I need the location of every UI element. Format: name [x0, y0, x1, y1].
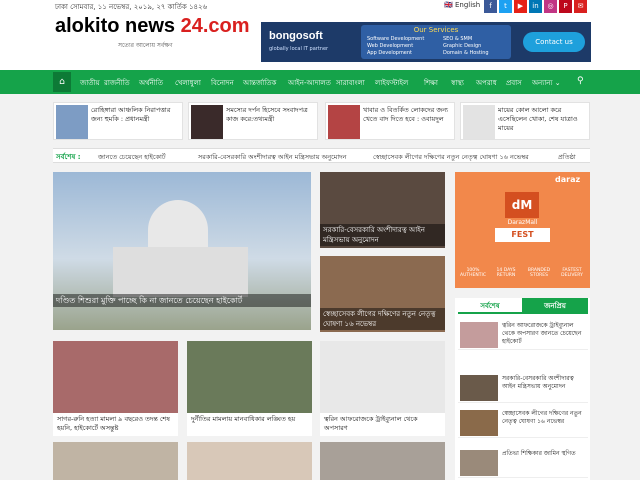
bongosoft-ad-banner[interactable]: bongosoft globally local IT partner Our …: [261, 22, 591, 62]
top-news-card[interactable]: রোহিঙ্গারা আঞ্চলিক নিরাপত্তার জন্য হুমকি…: [53, 102, 183, 140]
daraz-badge: FASTEST DELIVERY: [561, 268, 583, 278]
ticker-label: সর্বশেষ :: [56, 153, 81, 161]
news-image: [320, 341, 445, 413]
news-title: মায়ের কোল আলো করে এসেছিলেন খোকা, শেষ যা…: [498, 106, 578, 132]
ticker-item[interactable]: স্বেচ্ছাসেবক লীগের দক্ষিণের নতুন নেতৃত্ব…: [373, 152, 529, 163]
news-title: দুর্নীতির মামলায় মানবাধিকার লঙ্ঘিত হয়: [191, 415, 296, 423]
news-caption[interactable]: স্বেচ্ছাসেবক লীগের দক্ষিণের নতুন নেতৃত্ব…: [320, 308, 445, 330]
logo-tagline: সত্যের আলোয় সর্বক্ষণ: [118, 42, 173, 49]
nav-item[interactable]: জাতীয়: [80, 77, 100, 89]
ad-services-box: Our Services Software Development Web De…: [361, 25, 511, 59]
nav-item[interactable]: শিক্ষা: [424, 77, 438, 89]
instagram-icon[interactable]: ◎: [544, 0, 557, 13]
contact-us-button[interactable]: Contact us: [523, 32, 585, 52]
nav-item[interactable]: অপরাধ: [476, 77, 497, 89]
email-icon[interactable]: ✉: [574, 0, 587, 13]
nav-item[interactable]: সারাবাংলা: [336, 77, 365, 89]
daraz-badge: 100% AUTHENTIC: [460, 268, 486, 278]
daraz-brand: daraz: [555, 175, 581, 184]
daraz-ad[interactable]: daraz dM DarazMall FEST 100% AUTHENTIC 1…: [455, 172, 590, 288]
news-card[interactable]: দুর্নীতির মামলায় মানবাধিকার লঙ্ঘিত হয়: [187, 341, 312, 436]
sidebar-item[interactable]: স্বেচ্ছাসেবক লীগের দক্ষিণের নতুন নেতৃত্ব…: [458, 408, 588, 438]
ticker-item[interactable]: প্রতিষ্ঠা: [558, 152, 576, 163]
pinterest-icon[interactable]: P: [559, 0, 572, 13]
news-thumbnail: [191, 105, 223, 139]
nav-item[interactable]: আইন-আদালত: [288, 77, 331, 89]
ad-service: Graphic Design: [443, 43, 482, 49]
nav-item[interactable]: অন্যান্য ⌄: [532, 77, 561, 89]
news-title: রোহিঙ্গারা আঞ্চলিক নিরাপত্তার জন্য হুমকি…: [91, 106, 171, 123]
facebook-icon[interactable]: f: [484, 0, 497, 13]
daraz-badge: BRANDED STORES: [527, 268, 551, 278]
youtube-icon[interactable]: ▶: [514, 0, 527, 13]
ad-service: Software Development: [367, 36, 425, 42]
daraz-mall: DarazMall: [507, 219, 538, 226]
news-title: সরকারি-বেসরকারি অংশীদারত্ব আইন মন্ত্রিসভ…: [502, 375, 574, 390]
news-caption[interactable]: সরকারি-বেসরকারি অংশীদারত্ব আইন মন্ত্রিসভ…: [320, 224, 445, 246]
daraz-logo: dM: [505, 192, 539, 218]
nav-item[interactable]: স্বাস্থ্য: [451, 77, 464, 89]
ad-brand: bongosoft: [269, 30, 323, 42]
nav-item[interactable]: খেলাধুলা: [175, 77, 201, 89]
ad-service: Domain & Hosting: [443, 50, 489, 56]
news-card[interactable]: ত্বরিন আফরোজকে ট্রাইব্যুনাল থেকে অপসারণ: [320, 341, 445, 436]
site-logo[interactable]: alokito news 24.com: [55, 15, 250, 38]
news-thumbnail: [460, 450, 498, 476]
top-news-card[interactable]: খাবার ও বিতর্কিত লোকদের জন্য খেতে বাদ দি…: [325, 102, 455, 140]
news-thumbnail: [460, 322, 498, 348]
news-image: [53, 341, 178, 413]
nav-item[interactable]: আন্তর্জাতিক: [243, 77, 276, 89]
daraz-fest: FEST: [495, 228, 550, 242]
ad-service: App Development: [367, 50, 413, 56]
sidebar-item[interactable]: সরকারি-বেসরকারি অংশীদারত্ব আইন মন্ত্রিসভ…: [458, 373, 588, 403]
news-title: ত্বরিন আফরোজকে ট্রাইব্যুনাল থেকে অপসারণ: [324, 415, 418, 432]
news-thumbnail: [460, 375, 498, 401]
news-title: খাবার ও বিতর্কিত লোকদের জন্য খেতে বাদ দি…: [363, 106, 449, 123]
ad-tagline: globally local IT partner: [269, 46, 329, 52]
news-image[interactable]: [53, 442, 178, 480]
language-switch[interactable]: 🇬🇧 English: [444, 1, 480, 9]
nav-item[interactable]: প্রবাস: [506, 77, 522, 89]
news-thumbnail: [328, 105, 360, 139]
linkedin-icon[interactable]: in: [529, 0, 542, 13]
tab-popular[interactable]: জনপ্রিয়: [522, 298, 588, 314]
news-image[interactable]: [320, 442, 445, 480]
ad-services-title: Our Services: [413, 26, 459, 34]
news-title: সাগর-রুনি হত্যা মামলা ৯ বছরেও তদন্ত শেষ …: [57, 415, 170, 432]
news-title: স্বেচ্ছাসেবক লীগের দক্ষিণের নতুন নেতৃত্ব…: [502, 410, 582, 425]
news-ticker: সর্বশেষ : জানতে চেয়েছেন হাইকোর্ট সরকারি…: [53, 148, 590, 163]
news-thumbnail: [56, 105, 88, 139]
ticker-item[interactable]: জানতে চেয়েছেন হাইকোর্ট: [98, 152, 166, 163]
search-icon[interactable]: ⚲: [577, 76, 584, 86]
hero-caption[interactable]: দণ্ডিত শিশুরা মুক্তি পাচ্ছে কি না জানতে …: [53, 294, 311, 307]
news-card[interactable]: সাগর-রুনি হত্যা মামলা ৯ বছরেও তদন্ত শেষ …: [53, 341, 178, 436]
news-title: প্রতিভা শিক্ষিকার জামিন স্থগিত: [502, 450, 576, 457]
daraz-badge: 14 DAYS RETURN: [496, 268, 516, 278]
nav-item[interactable]: লাইফস্টাইল: [375, 77, 408, 89]
news-title: সমস্যের দর্পন হিসেবে সংবাদপত্র কাজ করে:ত…: [226, 106, 308, 123]
sidebar-item[interactable]: প্রতিভা শিক্ষিকার জামিন স্থগিত: [458, 448, 588, 478]
top-news-card[interactable]: সমস্যের দর্পন হিসেবে সংবাদপত্র কাজ করে:ত…: [188, 102, 318, 140]
news-image: [187, 341, 312, 413]
twitter-icon[interactable]: t: [499, 0, 512, 13]
news-thumbnail: [463, 105, 495, 139]
nav-item[interactable]: বিনোদন: [211, 77, 234, 89]
ad-service: SEO & SMM: [443, 36, 473, 42]
news-thumbnail: [460, 410, 498, 436]
nav-item[interactable]: রাজনীতি: [104, 77, 130, 89]
ad-service: Web Development: [367, 43, 414, 49]
news-title: ত্বরিন আফরোজকে ট্রাইব্যুনাল থেকে অপসারণ …: [502, 322, 582, 345]
news-image[interactable]: [187, 442, 312, 480]
top-news-card[interactable]: মায়ের কোল আলো করে এসেছিলেন খোকা, শেষ যা…: [460, 102, 590, 140]
tab-latest[interactable]: সর্বশেষ: [458, 298, 522, 314]
home-icon[interactable]: ⌂: [53, 72, 71, 92]
sidebar-item[interactable]: ত্বরিন আফরোজকে ট্রাইব্যুনাল থেকে অপসারণ …: [458, 320, 588, 350]
ticker-item[interactable]: সরকারি-বেসরকারি অংশীদারত্ব আইন মন্ত্রিসভ…: [198, 152, 347, 163]
nav-item[interactable]: অর্থনীতি: [139, 77, 163, 89]
date-text: ঢাকা সোমবার, ১১ নভেম্বর, ২০১৯, ২৭ কার্তি…: [55, 3, 208, 11]
